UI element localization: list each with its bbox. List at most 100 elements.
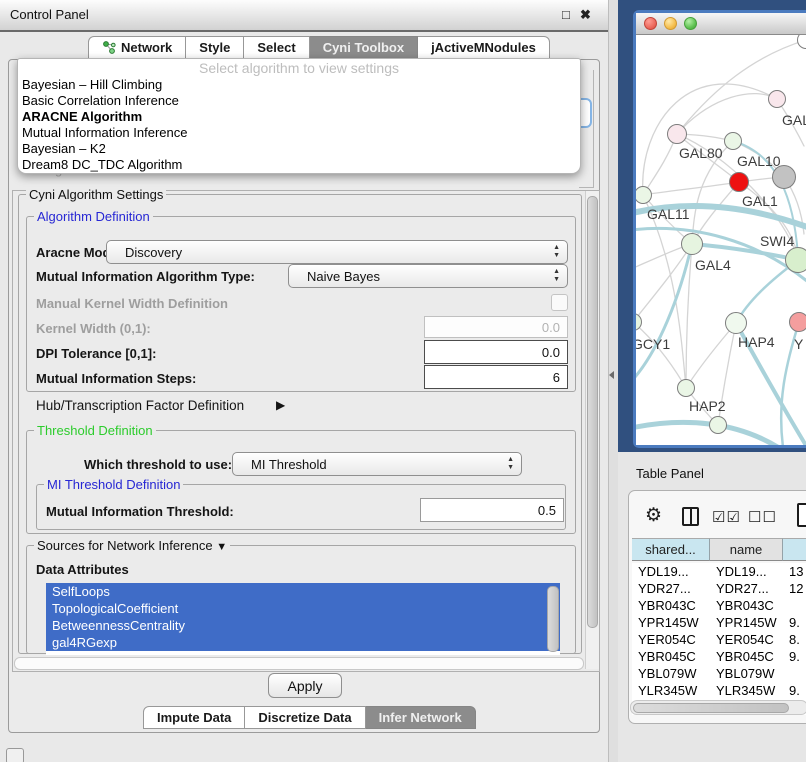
network-icon (102, 41, 116, 54)
network-node-hap4[interactable] (725, 312, 747, 334)
kernel-width-value: 0.0 (542, 320, 560, 335)
node-label: Y (794, 336, 803, 352)
tab-cyni-toolbox[interactable]: Cyni Toolbox (310, 36, 418, 59)
kernel-width-field[interactable]: 0.0 (424, 316, 568, 338)
document-icon[interactable] (797, 503, 806, 527)
network-window-titlebar[interactable] (636, 13, 806, 35)
table-body: YDL19...YDL19...13YDR27...YDR27...12YBR0… (632, 563, 806, 715)
tab-select[interactable]: Select (244, 36, 309, 59)
table-cell: YPR145W (632, 615, 710, 630)
tab-discretize-data[interactable]: Discretize Data (245, 706, 365, 729)
node-label: HAP2 (689, 398, 726, 414)
attributes-list-scrollbar[interactable] (547, 586, 559, 652)
tab-style[interactable]: Style (186, 36, 244, 59)
aracne-mode-combo[interactable]: Discovery ▲▼ (106, 240, 568, 264)
attribute-list-item[interactable]: SelfLoops (46, 583, 560, 600)
algorithm-option[interactable]: Bayesian – K2 (18, 141, 580, 157)
deselect-checkboxes-icon[interactable]: ☐☐ (748, 508, 777, 526)
algorithm-option[interactable]: Bayesian – Hill Climbing (18, 77, 580, 93)
network-canvas[interactable]: GALGAL80GAL10GAL1GAL11GAL4SWI4GCY1HAP4YH… (636, 35, 806, 445)
stepper-arrows-icon: ▲▼ (507, 456, 514, 472)
mi-steps-field[interactable]: 6 (424, 365, 568, 389)
close-traffic-light[interactable] (644, 17, 657, 30)
float-window-icon[interactable]: □ (562, 7, 570, 22)
minimized-panel-icon[interactable] (6, 748, 24, 762)
node-label: SWI4 (760, 233, 794, 249)
mi-threshold-value: 0.5 (538, 503, 556, 518)
algorithm-option[interactable]: Mutual Information Inference (18, 125, 580, 141)
tab-jactivemnodules[interactable]: jActiveMNodules (418, 36, 550, 59)
attribute-list-item[interactable]: gal4RGexp (46, 634, 560, 651)
network-node-hap2[interactable] (677, 379, 695, 397)
close-window-icon[interactable]: ✖ (580, 7, 591, 23)
zoom-traffic-light[interactable] (684, 17, 697, 30)
table-header-clipped[interactable] (783, 538, 806, 561)
network-node-gal[interactable] (768, 90, 786, 108)
network-node[interactable] (709, 416, 727, 434)
table-cell: YBL079W (632, 666, 710, 681)
table-row[interactable]: YDL19...YDL19...13 (632, 563, 806, 580)
table-horizontal-scrollbar[interactable] (630, 700, 806, 715)
settings-gear-icon[interactable]: ⚙ (645, 504, 662, 527)
table-cell: YER054C (710, 632, 783, 647)
table-cell: 8. (783, 632, 806, 647)
sources-group-title[interactable]: Sources for Network Inference ▼ (34, 538, 230, 555)
table-row[interactable]: YDR27...YDR27...12 (632, 580, 806, 597)
table-cell: YDL19... (710, 564, 783, 579)
cyni-settings-group-title: Cyni Algorithm Settings (26, 187, 166, 202)
expander-expanded-icon[interactable]: ▼ (216, 541, 227, 553)
stepper-arrows-icon: ▲▼ (553, 244, 560, 260)
dpi-tolerance-value: 0.0 (542, 345, 560, 360)
expander-collapsed-icon[interactable]: ▶ (276, 397, 285, 413)
table-header-name[interactable]: name (710, 538, 783, 561)
group-border-fragment (593, 70, 594, 188)
table-row[interactable]: YLR345WYLR345W9. (632, 682, 806, 699)
tab-impute-data[interactable]: Impute Data (143, 706, 245, 729)
node-label: GAL80 (679, 145, 723, 161)
settings-horizontal-scrollbar[interactable] (14, 657, 584, 670)
table-panel-title: Table Panel (636, 466, 704, 481)
network-node-gal1[interactable] (729, 172, 749, 192)
table-header-shared-name[interactable]: shared... (632, 538, 710, 561)
table-cell: YBR045C (632, 649, 710, 664)
tab-network[interactable]: Network (88, 36, 186, 59)
algorithm-option[interactable]: Dream8 DC_TDC Algorithm (18, 157, 580, 173)
table-row[interactable]: YBR043CYBR043C (632, 597, 806, 614)
algorithm-option[interactable]: ARACNE Algorithm (18, 109, 580, 125)
attribute-list-item[interactable]: TopologicalCoefficient (46, 600, 560, 617)
network-node-y[interactable] (789, 312, 806, 332)
network-node-gal80[interactable] (667, 124, 687, 144)
hub-expander-label[interactable]: Hub/Transcription Factor Definition (36, 398, 244, 414)
table-row[interactable]: YBR045CYBR045C9. (632, 648, 806, 665)
tab-infer-network[interactable]: Infer Network (366, 706, 476, 729)
table-cell: YBR043C (632, 598, 710, 613)
network-node-gal4[interactable] (681, 233, 703, 255)
algorithm-dropdown-placeholder: Select algorithm to view settings (18, 59, 580, 77)
network-node-swi4[interactable] (785, 247, 806, 273)
algorithm-option[interactable]: Basic Correlation Inference (18, 93, 580, 109)
mi-type-combo[interactable]: Naive Bayes ▲▼ (288, 264, 568, 288)
apply-button[interactable]: Apply (268, 673, 342, 698)
table-cell: YLR345W (710, 683, 783, 698)
split-columns-icon[interactable] (682, 507, 699, 526)
node-label: GCY1 (636, 336, 670, 352)
select-all-checkboxes-icon[interactable]: ☑☑ (712, 508, 741, 526)
table-row[interactable]: YBL079WYBL079W (632, 665, 806, 682)
mi-threshold-field[interactable]: 0.5 (420, 498, 564, 522)
minimize-traffic-light[interactable] (664, 17, 677, 30)
tab-label: Select (257, 40, 295, 55)
splitter-collapse-icon[interactable] (609, 371, 614, 379)
manual-kernel-label: Manual Kernel Width Definition (36, 296, 228, 312)
dpi-tolerance-field[interactable]: 0.0 (424, 340, 568, 364)
table-row[interactable]: YER054CYER054C8. (632, 631, 806, 648)
mi-steps-value: 6 (553, 370, 560, 385)
which-threshold-combo[interactable]: MI Threshold ▲▼ (232, 452, 522, 476)
scrollbar-thumb[interactable] (633, 703, 789, 713)
settings-vertical-scrollbar[interactable] (585, 191, 599, 669)
network-node-gal10[interactable] (724, 132, 742, 150)
attribute-list-item[interactable]: BetweennessCentrality (46, 617, 560, 634)
data-attributes-list: SelfLoopsTopologicalCoefficientBetweenne… (46, 583, 560, 655)
scrollbar-thumb[interactable] (587, 196, 598, 628)
table-row[interactable]: YPR145WYPR145W9. (632, 614, 806, 631)
manual-kernel-checkbox[interactable] (551, 294, 568, 311)
